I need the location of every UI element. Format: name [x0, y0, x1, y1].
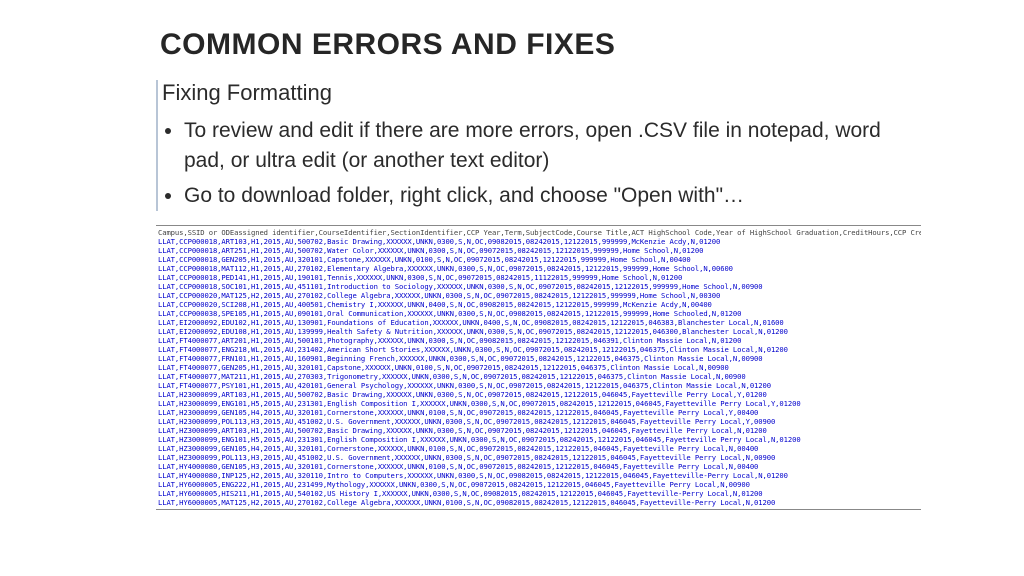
- csv-data-row: LLAT,H23000099,ENG101,H5,2015,AU,231301,…: [158, 399, 919, 408]
- csv-data-row: LLAT,HZ3000099,ART103,H1,2015,AU,500702,…: [158, 426, 919, 435]
- csv-data-row: LLAT,HY6000005,ENG222,H1,2015,AU,231499,…: [158, 480, 919, 489]
- bullet-list: To review and edit if there are more err…: [158, 116, 964, 211]
- csv-data-row: LLAT,HY4000080,INP125,H2,2015,AU,320110,…: [158, 471, 919, 480]
- csv-data-row: LLAT,CCP000018,PED141,H1,2015,AU,190101,…: [158, 273, 919, 282]
- csv-data-row: LLAT,H23000099,POL113,H3,2015,AU,451002,…: [158, 417, 919, 426]
- slide-title: COMMON ERRORS AND FIXES: [160, 28, 964, 62]
- list-item: Go to download folder, right click, and …: [184, 181, 964, 211]
- csv-data-row: LLAT,H23000099,GEN105,H4,2015,AU,320101,…: [158, 408, 919, 417]
- csv-data-row: LLAT,CCP000018,GEN205,H1,2015,AU,320101,…: [158, 255, 919, 264]
- csv-data-row: LLAT,HY6000005,HIS211,H1,2015,AU,540102,…: [158, 489, 919, 498]
- slide: COMMON ERRORS AND FIXES Fixing Formattin…: [0, 0, 1024, 510]
- csv-data-row: LLAT,EI2000092,EDU108,H1,2015,AU,139999,…: [158, 327, 919, 336]
- csv-data-row: LLAT,HY4000080,GEN105,H3,2015,AU,320101,…: [158, 462, 919, 471]
- csv-data-row: LLAT,FT4000077,FRN101,H1,2015,AU,160901,…: [158, 354, 919, 363]
- csv-data-row: LLAT,CCP000018,SOC101,H1,2015,AU,451101,…: [158, 282, 919, 291]
- csv-data-row: LLAT,CCP000018,ART251,H1,2015,AU,500702,…: [158, 246, 919, 255]
- csv-data-row: LLAT,CCP000018,MAT112,H1,2015,AU,270102,…: [158, 264, 919, 273]
- csv-data-row: LLAT,CCP000020,MAT125,H2,2015,AU,270102,…: [158, 291, 919, 300]
- csv-data-row: LLAT,HZ3000099,POL113,H3,2015,AU,451002,…: [158, 453, 919, 462]
- content-block: Fixing Formatting To review and edit if …: [156, 80, 964, 211]
- csv-data-row: LLAT,CCP000018,ART103,H1,2015,AU,500702,…: [158, 237, 919, 246]
- csv-data-row: LLAT,FT4000077,GEN205,H1,2015,AU,320101,…: [158, 363, 919, 372]
- csv-data-row: LLAT,FT4000077,ENG218,WL,2015,AU,231402,…: [158, 345, 919, 354]
- csv-data-row: LLAT,FT4000077,ART201,H1,2015,AU,500101,…: [158, 336, 919, 345]
- csv-data-row: LLAT,CCP000020,SCI208,H1,2015,AU,400501,…: [158, 300, 919, 309]
- csv-preview-image: Campus,SSID or ODEassigned identifier,Co…: [156, 225, 921, 510]
- section-subtitle: Fixing Formatting: [158, 80, 964, 106]
- csv-data-row: LLAT,HY6000005,MAT125,H2,2015,AU,270102,…: [158, 498, 919, 507]
- csv-data-row: LLAT,HZ3000099,ENG101,H5,2015,AU,231301,…: [158, 435, 919, 444]
- csv-data-row: LLAT,FT4000077,MAT211,H1,2015,AU,270303,…: [158, 372, 919, 381]
- csv-data-row: LLAT,FT4000077,PSY101,H1,2015,AU,420101,…: [158, 381, 919, 390]
- csv-header-row: Campus,SSID or ODEassigned identifier,Co…: [158, 228, 919, 237]
- csv-data-row: LLAT,CCP000038,SPE105,H1,2015,AU,090101,…: [158, 309, 919, 318]
- list-item: To review and edit if there are more err…: [184, 116, 964, 177]
- csv-data-row: LLAT,H23000099,ART103,H1,2015,AU,500702,…: [158, 390, 919, 399]
- csv-data-row: LLAT,EI2000092,EDU102,H1,2015,AU,130901,…: [158, 318, 919, 327]
- csv-data-row: LLAT,HZ3000099,GEN105,H4,2015,AU,320101,…: [158, 444, 919, 453]
